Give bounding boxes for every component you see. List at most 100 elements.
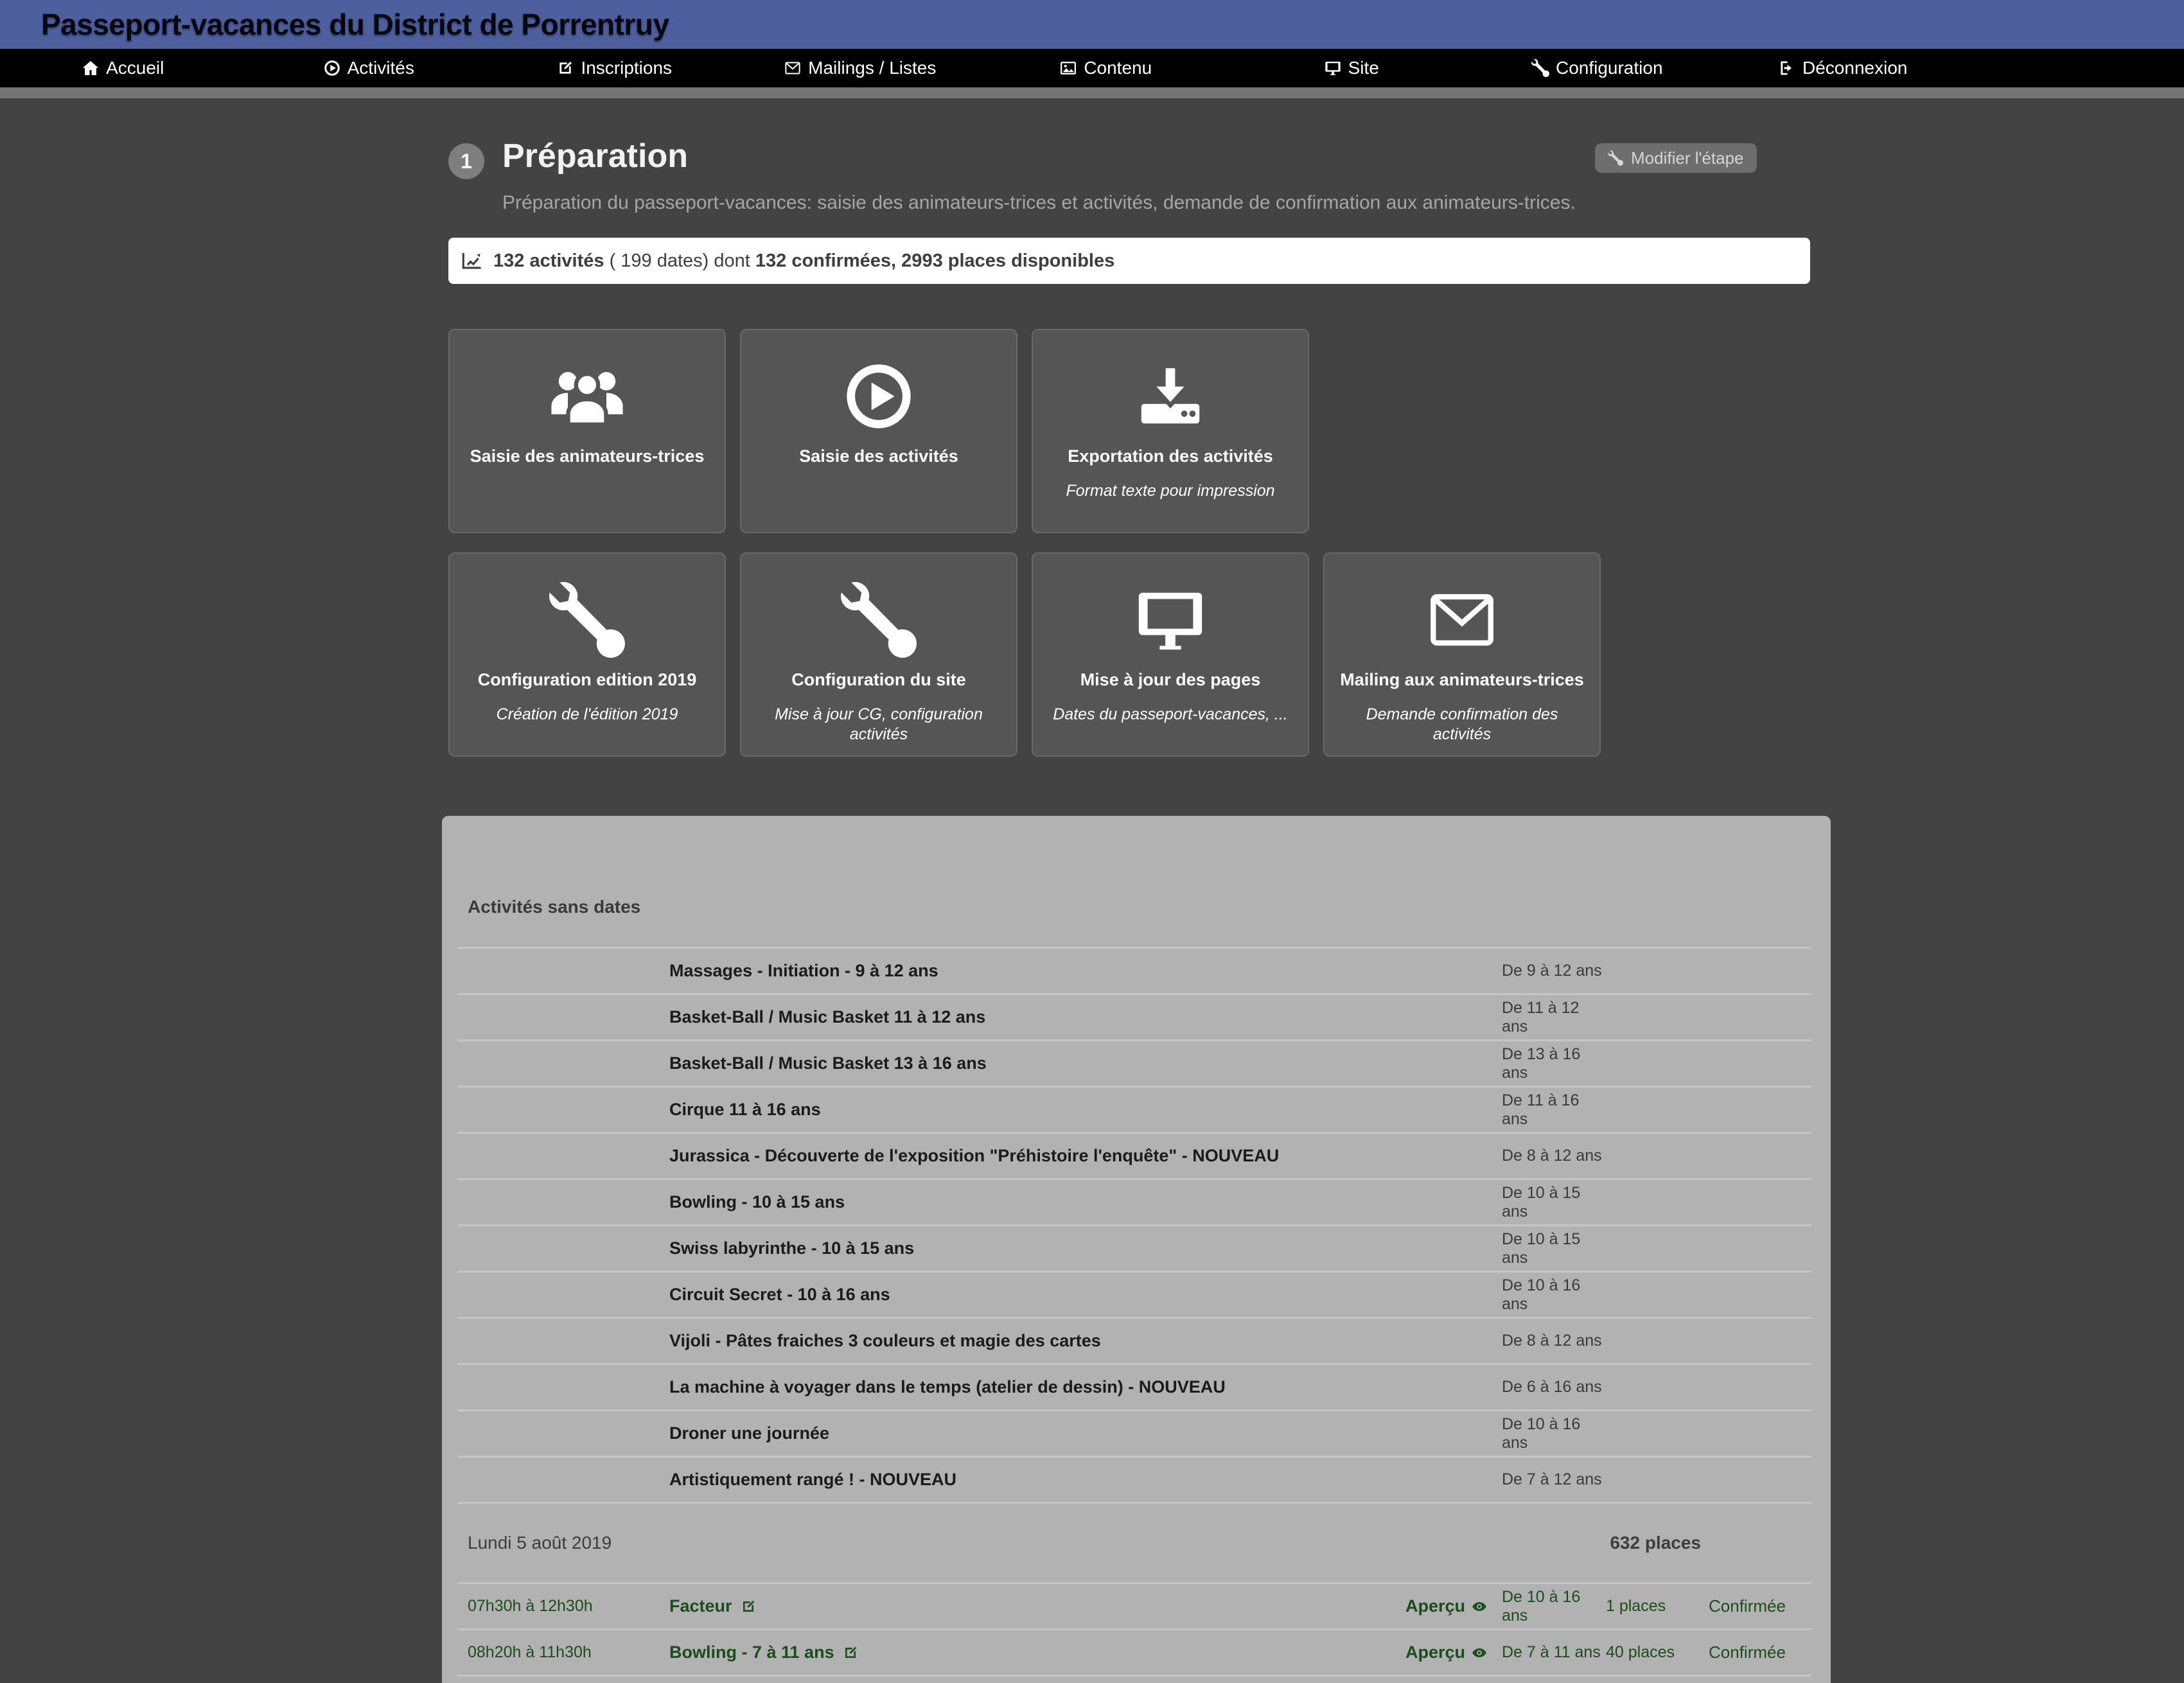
card-subtitle: Dates du passeport-vacances, ... — [1043, 705, 1298, 725]
nav-item-label: Mailings / Listes — [808, 58, 936, 78]
activity-age: De 10 à 16 ans — [1502, 1588, 1606, 1625]
main-nav: Accueil Activités Inscriptions Mailings / L… — [0, 49, 2184, 87]
card-exportation[interactable]: Exportation des activitésFormat texte po… — [1032, 329, 1309, 533]
dated-activity-row: 08h20h à 11h30hBowling - 7 à 11 ansAperç… — [457, 1628, 1811, 1675]
activity-name: Artistiquement rangé ! - NOUVEAU — [669, 1470, 1405, 1490]
activity-name: Circuit Secret - 10 à 16 ans — [669, 1285, 1405, 1305]
card-title: Mise à jour des pages — [1043, 669, 1298, 691]
undated-activity-row: Massages - Initiation - 9 à 12 ansDe 9 à… — [457, 947, 1811, 993]
next-row-cutoff — [457, 1675, 1811, 1683]
nav-item-label: Inscriptions — [581, 58, 672, 78]
card-subtitle: Demande confirmation des activités — [1335, 705, 1589, 745]
undated-activity-row: Basket-Ball / Music Basket 13 à 16 ans De… — [457, 1039, 1811, 1086]
card-title: Configuration du site — [752, 669, 1006, 691]
nav-item-label: Déconnexion — [1802, 58, 1907, 78]
undated-activity-row: Bowling - 10 à 15 ansDe 10 à 15 ans — [457, 1178, 1811, 1224]
activity-status: Confirmée — [1701, 1596, 1811, 1616]
step-number-badge: 1 — [448, 143, 484, 179]
monitor-icon — [1324, 59, 1342, 77]
preview-label: Aperçu — [1405, 1596, 1465, 1616]
eye-icon — [1471, 1598, 1488, 1615]
nav-item-contenu[interactable]: Contenu — [983, 58, 1229, 78]
card-maj-pages[interactable]: Mise à jour des pages Dates du passeport-… — [1032, 552, 1309, 757]
stats-bar: 132 activités ( 199 dates) dont 132 conf… — [448, 238, 1810, 284]
undated-activity-row: Basket-Ball / Music Basket 11 à 12 ansDe… — [457, 993, 1811, 1039]
activity-name: Cirque 11 à 16 ans — [669, 1100, 1405, 1120]
card-saisie-activites[interactable]: Saisie des activités — [740, 329, 1017, 533]
nav-item-label: Accueil — [106, 58, 164, 78]
nav-item-accueil[interactable]: Accueil — [0, 58, 246, 78]
envelope-icon — [1335, 577, 1589, 663]
day-places-total: 632 places — [1610, 1533, 1701, 1553]
activity-age: De 13 à 16 ans — [1502, 1045, 1606, 1082]
activity-age: De 9 à 12 ans — [1502, 962, 1606, 980]
action-cards-row-1: Saisie des animateurs-trices Saisie des a… — [448, 329, 1309, 533]
nav-item-configuration[interactable]: Configuration — [1474, 58, 1720, 78]
nav-item-site[interactable]: Site — [1229, 58, 1475, 78]
download-icon — [1043, 353, 1298, 439]
wrench-icon — [1531, 59, 1549, 77]
day-date: Lundi 5 août 2019 — [457, 1533, 1610, 1553]
play-circle-icon — [323, 59, 341, 77]
activity-name: Basket-Ball / Music Basket 13 à 16 ans — [669, 1053, 1405, 1073]
stats-segment: ( 199 dates) dont — [604, 251, 755, 271]
activity-name-link[interactable]: Bowling - 7 à 11 ans — [669, 1643, 1405, 1662]
activity-places: 40 places — [1606, 1643, 1701, 1662]
activity-age: De 7 à 12 ans — [1502, 1470, 1606, 1489]
nav-item-label: Contenu — [1084, 58, 1152, 78]
edit-square-icon[interactable] — [740, 1598, 757, 1615]
nav-item-activites[interactable]: Activités — [246, 58, 492, 78]
activity-name: Droner une journée — [669, 1423, 1405, 1443]
nav-items: Accueil Activités Inscriptions Mailings / L… — [0, 58, 1966, 78]
edit-square-icon — [556, 59, 574, 77]
activity-age: De 11 à 16 ans — [1502, 1091, 1606, 1129]
play-circle-icon — [752, 353, 1006, 439]
undated-activity-row: Swiss labyrinthe - 10 à 15 ans De 10 à 15… — [457, 1224, 1811, 1271]
card-title: Configuration edition 2019 — [460, 669, 714, 691]
stats-segment: 132 activités — [493, 251, 604, 271]
card-config-edition[interactable]: Configuration edition 2019 Création de l'… — [448, 552, 726, 757]
activity-name: Swiss labyrinthe - 10 à 15 ans — [669, 1238, 1405, 1258]
stats-text: 132 activités ( 199 dates) dont 132 conf… — [493, 251, 1114, 272]
modify-step-button[interactable]: Modifier l'étape — [1595, 143, 1757, 173]
day-header-row: Lundi 5 août 2019632 places — [457, 1502, 1811, 1582]
card-title: Saisie des activités — [752, 446, 1006, 467]
nav-item-mailings[interactable]: Mailings / Listes — [737, 58, 983, 78]
modify-step-label: Modifier l'étape — [1631, 148, 1744, 168]
activity-status: Confirmée — [1701, 1643, 1811, 1662]
signout-icon — [1778, 59, 1796, 77]
page-title: Préparation — [502, 137, 688, 175]
activity-name-link[interactable]: Facteur — [669, 1596, 1405, 1616]
nav-item-inscriptions[interactable]: Inscriptions — [491, 58, 737, 78]
activity-name-label: Bowling - 7 à 11 ans — [669, 1643, 834, 1662]
activity-age: De 8 à 12 ans — [1502, 1147, 1606, 1165]
main-content: 1 Préparation Préparation du passeport-v… — [0, 98, 2184, 1683]
activities-table: Massages - Initiation - 9 à 12 ansDe 9 à… — [457, 947, 1811, 1683]
activity-preview-link[interactable]: Aperçu — [1405, 1596, 1502, 1616]
undated-activity-row: Cirque 11 à 16 ans De 11 à 16 ans — [457, 1086, 1811, 1132]
activity-preview-link[interactable]: Aperçu — [1405, 1643, 1502, 1662]
edit-square-icon[interactable] — [842, 1644, 859, 1661]
card-saisie-animateurs[interactable]: Saisie des animateurs-trices — [448, 329, 726, 533]
activity-age: De 8 à 12 ans — [1502, 1332, 1606, 1350]
undated-activity-row: Vijoli - Pâtes fraiches 3 couleurs et ma… — [457, 1317, 1811, 1363]
card-title: Saisie des animateurs-trices — [460, 446, 714, 467]
activity-time: 07h30h à 12h30h — [457, 1597, 669, 1616]
undated-activity-row: Jurassica - Découverte de l'exposition "… — [457, 1132, 1811, 1178]
activity-age: De 10 à 15 ans — [1502, 1230, 1606, 1267]
activity-age: De 10 à 16 ans — [1502, 1415, 1606, 1452]
nav-item-deconnexion[interactable]: Déconnexion — [1720, 58, 1966, 78]
stats-segment: 2993 places disponibles — [896, 251, 1114, 271]
dated-activity-row: 07h30h à 12h30hFacteurAperçu De 10 à 16 a… — [457, 1582, 1811, 1628]
undated-activity-row: La machine à voyager dans le temps (atel… — [457, 1363, 1811, 1409]
users-icon — [460, 353, 714, 439]
activities-heading: Activités sans dates — [457, 816, 1811, 917]
card-subtitle: Création de l'édition 2019 — [460, 705, 714, 725]
eye-icon — [1471, 1644, 1488, 1661]
card-title: Exportation des activités — [1043, 446, 1298, 467]
card-config-site[interactable]: Configuration du siteMise à jour CG, con… — [740, 552, 1017, 757]
card-mailing-animateurs[interactable]: Mailing aux animateurs-tricesDemande con… — [1323, 552, 1601, 757]
preview-label: Aperçu — [1405, 1643, 1465, 1662]
step-description: Préparation du passeport-vacances: saisi… — [502, 192, 1576, 214]
image-icon — [1059, 59, 1077, 77]
